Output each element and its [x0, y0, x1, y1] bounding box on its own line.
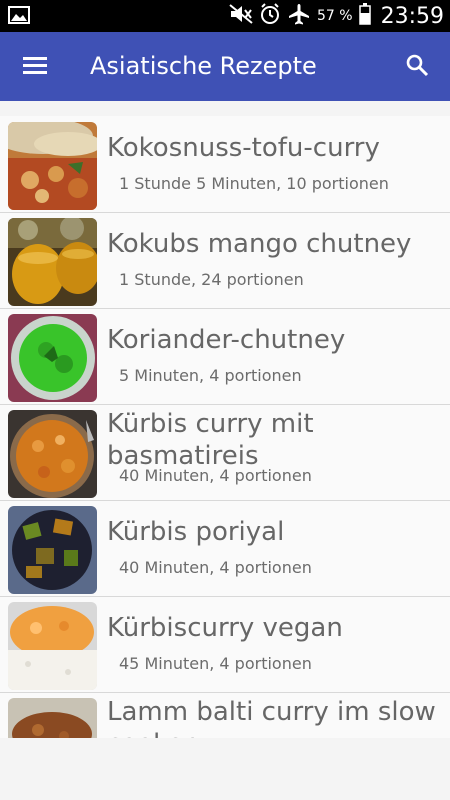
recipe-row[interactable]: Lamm balti curry im slow cooker: [0, 692, 450, 738]
recipe-title: Kürbis poriyal: [107, 517, 285, 547]
battery-percent: 57 %: [317, 8, 353, 24]
recipe-title: Kürbis curry mit basmatireis: [107, 409, 314, 471]
recipe-meta: 1 Stunde, 24 portionen: [119, 270, 304, 289]
recipe-thumbnail: [8, 314, 97, 402]
bottom-area: [0, 738, 450, 800]
airplane-mode-icon: [287, 3, 311, 29]
recipe-row[interactable]: Kürbiscurry vegan 45 Minuten, 4 portione…: [0, 596, 450, 693]
image-icon: [8, 6, 30, 24]
recipe-title: Kokosnuss-tofu-curry: [107, 133, 380, 163]
clock-time: 23:59: [380, 3, 444, 29]
app-title: Asiatische Rezepte: [90, 52, 317, 80]
search-icon: [405, 53, 429, 81]
recipe-meta: 1 Stunde 5 Minuten, 10 portionen: [119, 174, 389, 193]
recipe-thumbnail: [8, 218, 97, 306]
recipe-meta: 45 Minuten, 4 portionen: [119, 654, 312, 673]
recipe-title: Koriander-chutney: [107, 325, 346, 355]
recipe-row[interactable]: Kürbis curry mit basmatireis 40 Minuten,…: [0, 404, 450, 501]
search-button[interactable]: [396, 46, 438, 88]
recipe-title: Lamm balti curry im slow cooker: [107, 697, 436, 738]
alarm-icon: [259, 3, 281, 29]
recipe-title: Kürbiscurry vegan: [107, 613, 343, 643]
mute-icon: [229, 4, 253, 28]
recipe-thumbnail: [8, 410, 97, 498]
recipe-thumbnail: [8, 698, 97, 738]
recipe-row[interactable]: Koriander-chutney 5 Minuten, 4 portionen: [0, 308, 450, 405]
recipe-meta: 40 Minuten, 4 portionen: [119, 558, 312, 577]
status-bar: 57 % 23:59: [0, 0, 450, 32]
hamburger-menu-button[interactable]: [14, 46, 56, 88]
recipe-meta: 40 Minuten, 4 portionen: [119, 466, 312, 485]
recipe-meta: 5 Minuten, 4 portionen: [119, 366, 302, 385]
recipe-row[interactable]: Kokubs mango chutney 1 Stunde, 24 portio…: [0, 212, 450, 309]
recipe-list[interactable]: Kokosnuss-tofu-curry 1 Stunde 5 Minuten,…: [0, 116, 450, 738]
battery-icon: [358, 3, 371, 29]
recipe-title: Kokubs mango chutney: [107, 229, 412, 259]
recipe-thumbnail: [8, 506, 97, 594]
recipe-row[interactable]: Kokosnuss-tofu-curry 1 Stunde 5 Minuten,…: [0, 116, 450, 213]
hamburger-menu-icon: [23, 55, 47, 79]
recipe-row[interactable]: Kürbis poriyal 40 Minuten, 4 portionen: [0, 500, 450, 597]
recipe-thumbnail: [8, 602, 97, 690]
app-bar: Asiatische Rezepte: [0, 32, 450, 101]
recipe-thumbnail: [8, 122, 97, 210]
